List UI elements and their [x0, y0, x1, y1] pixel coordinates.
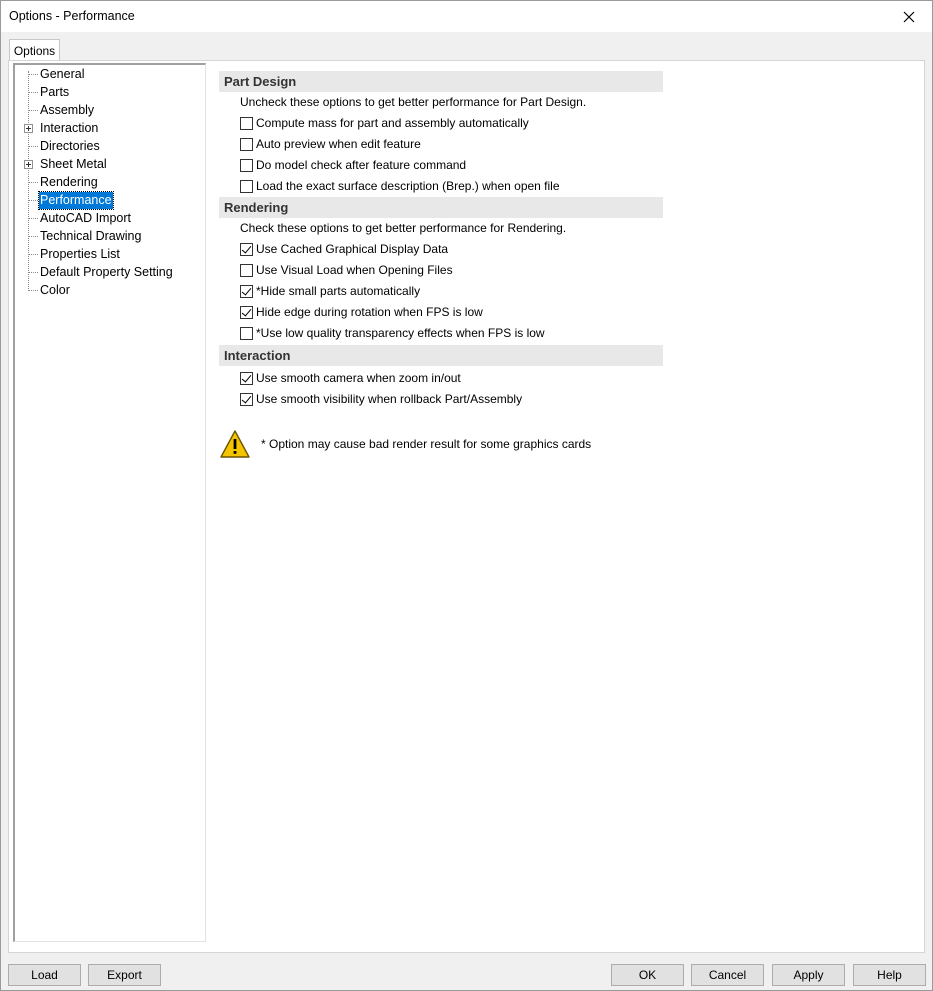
title-bar: Options - Performance — [1, 1, 932, 32]
option-label: Use smooth visibility when rollback Part… — [256, 392, 523, 406]
tree-connector — [29, 236, 38, 237]
tree-item-label: Parts — [40, 85, 70, 99]
tree-item-color[interactable]: Color — [15, 282, 195, 299]
checkbox-checked[interactable] — [240, 306, 253, 319]
tree-item-interaction[interactable]: Interaction — [15, 120, 195, 137]
tree-connector — [29, 110, 38, 111]
tree-item-properties-list[interactable]: Properties List — [15, 246, 195, 263]
checkbox-unchecked[interactable] — [240, 180, 253, 193]
tree-connector — [29, 182, 38, 183]
tree-item-parts[interactable]: Parts — [15, 84, 195, 101]
option-label: *Hide small parts automatically — [256, 284, 421, 298]
checkbox-unchecked[interactable] — [240, 117, 253, 130]
warning-text: * Option may cause bad render result for… — [261, 437, 592, 451]
tree-item-label: Directories — [40, 139, 100, 153]
expand-plus-icon[interactable] — [24, 124, 33, 133]
checkbox-checked[interactable] — [240, 285, 253, 298]
option-label: Load the exact surface description (Brep… — [256, 179, 560, 193]
option-part-design-1[interactable]: Auto preview when edit feature — [219, 134, 663, 155]
tree-connector — [29, 290, 38, 291]
checkbox-checked[interactable] — [240, 243, 253, 256]
tree-item-rendering[interactable]: Rendering — [15, 174, 195, 191]
tree-item-label: Properties List — [40, 247, 120, 261]
tree-item-assembly[interactable]: Assembly — [15, 102, 195, 119]
load-button[interactable]: Load — [8, 964, 81, 986]
section-rendering-header: Rendering — [219, 197, 663, 218]
tree-connector — [29, 146, 38, 147]
tree-item-label: Performance — [38, 191, 114, 210]
section-part-design-description: Uncheck these options to get better perf… — [240, 95, 587, 109]
option-interaction-0[interactable]: Use smooth camera when zoom in/out — [219, 368, 663, 389]
option-rendering-2[interactable]: *Hide small parts automatically — [219, 281, 663, 302]
tree-item-label: Interaction — [40, 121, 99, 135]
performance-settings: Part Design Uncheck these options to get… — [219, 71, 663, 410]
option-label: *Use low quality transparency effects wh… — [256, 326, 545, 340]
option-label: Auto preview when edit feature — [256, 137, 421, 151]
option-label: Hide edge during rotation when FPS is lo… — [256, 305, 483, 319]
tree-connector — [29, 92, 38, 93]
tree-item-technical-drawing[interactable]: Technical Drawing — [15, 228, 195, 245]
close-button[interactable] — [886, 1, 932, 32]
option-part-design-2[interactable]: Do model check after feature command — [219, 155, 663, 176]
tree-item-label: Technical Drawing — [40, 229, 142, 243]
section-interaction-header: Interaction — [219, 345, 663, 366]
tree-item-directories[interactable]: Directories — [15, 138, 195, 155]
tab-options[interactable]: Options — [9, 39, 60, 61]
tree-item-label: Default Property Setting — [40, 265, 173, 279]
option-rendering-4[interactable]: *Use low quality transparency effects wh… — [219, 323, 663, 344]
cancel-button[interactable]: Cancel — [691, 964, 764, 986]
tree-connector — [29, 272, 38, 273]
tree-item-label: Sheet Metal — [40, 157, 107, 171]
tree-item-label: Assembly — [40, 103, 95, 117]
window-title: Options - Performance — [9, 9, 135, 23]
checkbox-checked[interactable] — [240, 372, 253, 385]
tree-item-label: AutoCAD Import — [40, 211, 132, 225]
tree-connector — [29, 254, 38, 255]
warning-note: * Option may cause bad render result for… — [219, 427, 659, 461]
option-label: Use Cached Graphical Display Data — [256, 242, 449, 256]
tree-item-default-property-setting[interactable]: Default Property Setting — [15, 264, 195, 281]
export-button[interactable]: Export — [88, 964, 161, 986]
tree-item-label: Color — [40, 283, 70, 297]
checkbox-unchecked[interactable] — [240, 264, 253, 277]
option-part-design-0[interactable]: Compute mass for part and assembly autom… — [219, 113, 663, 134]
tree-connector — [29, 218, 38, 219]
tree-item-autocad-import[interactable]: AutoCAD Import — [15, 210, 195, 227]
option-label: Compute mass for part and assembly autom… — [256, 116, 529, 130]
section-rendering-description: Check these options to get better perfor… — [240, 221, 567, 235]
checkbox-checked[interactable] — [240, 393, 253, 406]
apply-button[interactable]: Apply — [772, 964, 845, 986]
tree-item-performance[interactable]: Performance — [15, 191, 195, 210]
option-interaction-1[interactable]: Use smooth visibility when rollback Part… — [219, 389, 663, 410]
tree-connector — [29, 200, 38, 201]
option-part-design-3[interactable]: Load the exact surface description (Brep… — [219, 176, 663, 197]
option-rendering-1[interactable]: Use Visual Load when Opening Files — [219, 260, 663, 281]
options-window: Options - Performance Options General Par… — [0, 0, 933, 991]
tree-item-sheet-metal[interactable]: Sheet Metal — [15, 156, 195, 173]
option-rendering-0[interactable]: Use Cached Graphical Display Data — [219, 239, 663, 260]
options-tree[interactable]: General Parts Assembly Interaction Directori… — [13, 63, 206, 942]
checkbox-unchecked[interactable] — [240, 327, 253, 340]
section-part-design-header: Part Design — [219, 71, 663, 92]
checkbox-unchecked[interactable] — [240, 159, 253, 172]
ok-button[interactable]: OK — [611, 964, 684, 986]
expand-plus-icon[interactable] — [24, 160, 33, 169]
checkbox-unchecked[interactable] — [240, 138, 253, 151]
tree-connector — [29, 74, 38, 75]
option-label: Use Visual Load when Opening Files — [256, 263, 453, 277]
option-label: Use smooth camera when zoom in/out — [256, 371, 461, 385]
tree-item-label: Rendering — [40, 175, 98, 189]
tree-item-label: General — [40, 67, 85, 81]
warning-triangle-icon — [220, 430, 250, 458]
option-label: Do model check after feature command — [256, 158, 467, 172]
option-rendering-3[interactable]: Hide edge during rotation when FPS is lo… — [219, 302, 663, 323]
tree-item-general[interactable]: General — [15, 66, 195, 83]
close-icon — [903, 11, 915, 22]
help-button[interactable]: Help — [853, 964, 926, 986]
